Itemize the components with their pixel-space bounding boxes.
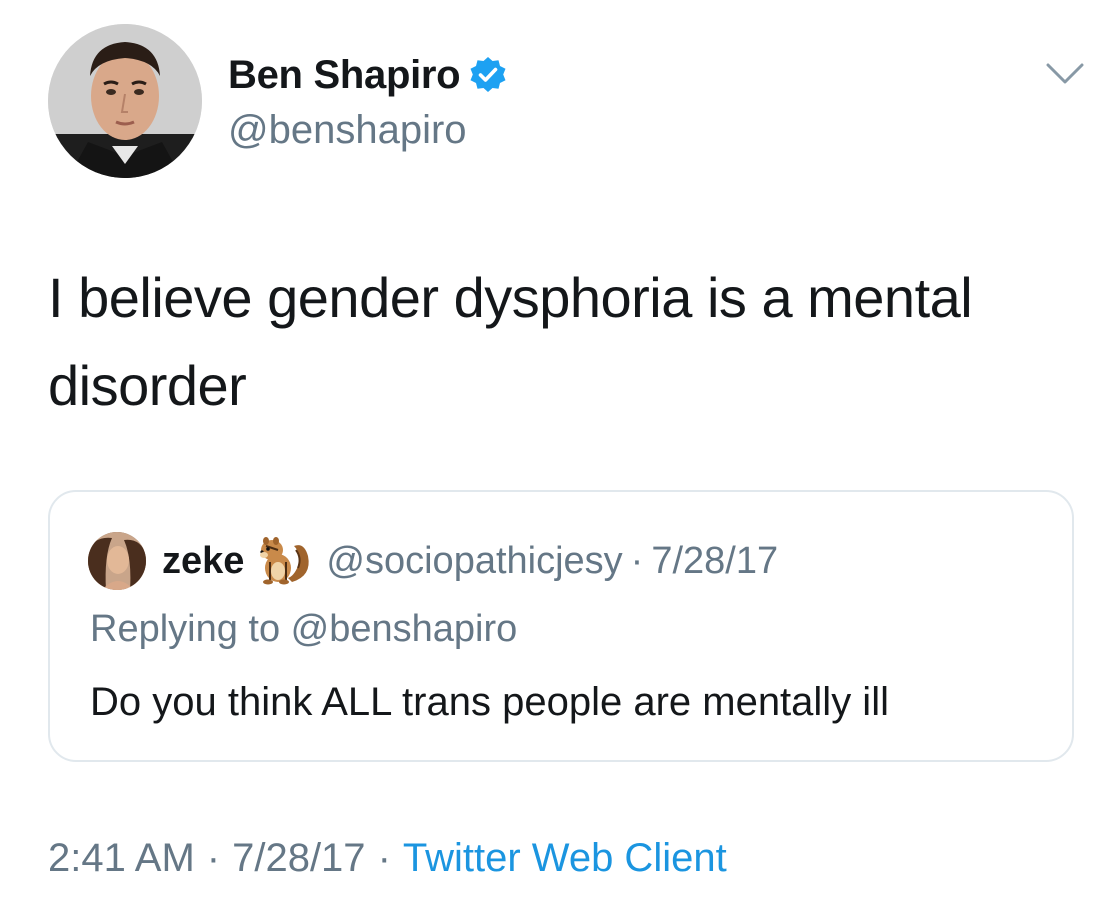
quoted-tweet-separator: · — [630, 539, 644, 582]
tweet-client-link[interactable]: Twitter Web Client — [403, 836, 727, 881]
tweet-meta: 2:41 AM · 7/28/17 · Twitter Web Client — [48, 836, 727, 881]
tweet-date[interactable]: 7/28/17 — [232, 836, 365, 881]
quoted-author-avatar[interactable] — [88, 532, 146, 590]
quoted-tweet-replying-to[interactable]: Replying to @benshapiro — [90, 608, 517, 651]
chevron-down-icon[interactable] — [1046, 62, 1084, 86]
quoted-author-display-name[interactable]: zeke — [162, 540, 244, 583]
quoted-tweet-text: Do you think ALL trans people are mental… — [90, 680, 889, 724]
quoted-author-handle[interactable]: @sociopathicjesy — [326, 540, 622, 583]
meta-separator: · — [206, 836, 221, 880]
meta-separator: · — [377, 836, 391, 880]
author-avatar[interactable] — [48, 24, 202, 178]
tweet: Ben Shapiro @benshapiro I believe gender… — [0, 0, 1102, 905]
quoted-tweet-date[interactable]: 7/28/17 — [651, 540, 778, 583]
verified-badge-icon — [468, 55, 508, 95]
author-handle[interactable]: @benshapiro — [228, 108, 467, 153]
tweet-text: I believe gender dysphoria is a mental d… — [48, 266, 973, 417]
tweet-time[interactable]: 2:41 AM — [48, 836, 195, 881]
author-name-row[interactable]: Ben Shapiro — [228, 50, 508, 100]
author-display-name[interactable]: Ben Shapiro — [228, 53, 461, 98]
quoted-tweet[interactable]: zeke @sociopathicjesy · 7/28/17 Replying… — [48, 490, 1074, 762]
chipmunk-icon — [254, 536, 312, 586]
quoted-tweet-header: zeke @sociopathicjesy · 7/28/17 — [162, 536, 778, 586]
